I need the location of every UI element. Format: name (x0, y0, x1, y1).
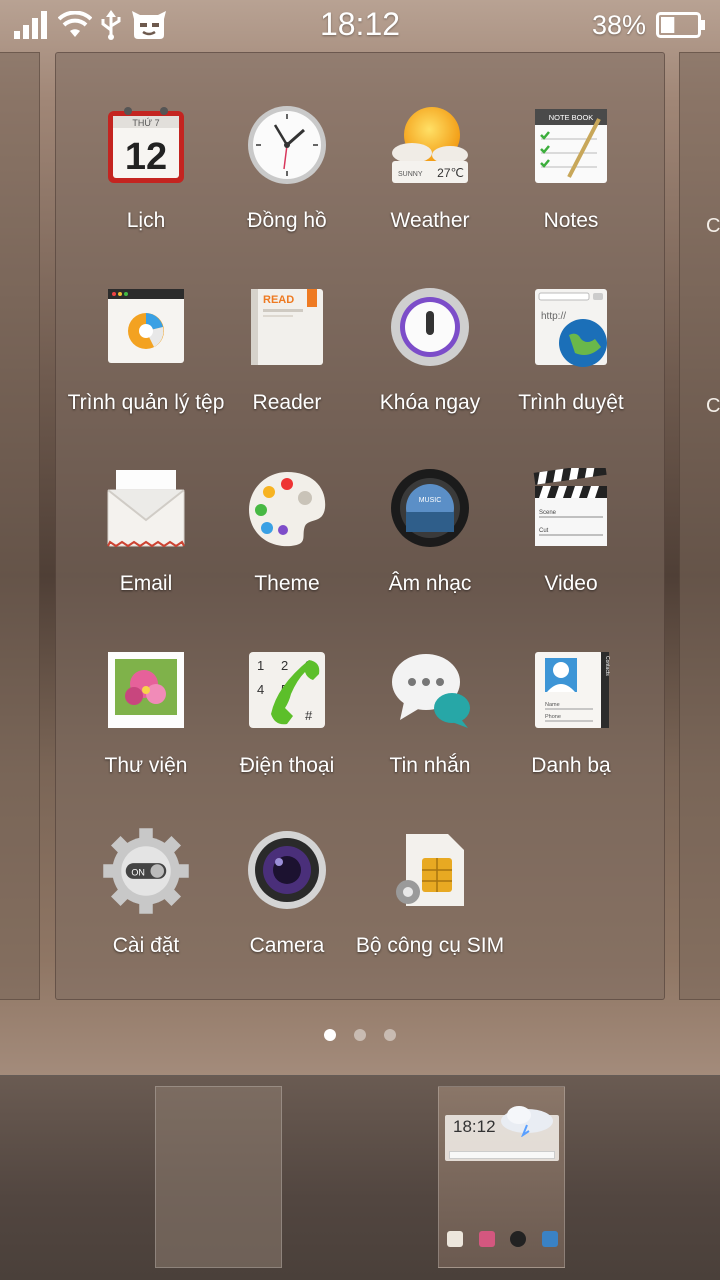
mini-clock-widget: 18:12 (445, 1106, 559, 1161)
calendar-icon: THỨ 7 12 (108, 107, 184, 183)
svg-text:4: 4 (257, 682, 264, 697)
file-manager-icon (108, 289, 184, 363)
weather-icon: SUNNY 27℃ (392, 107, 468, 183)
reader-icon: READ (251, 289, 323, 365)
clock-icon (248, 106, 326, 184)
calendar-weekday: THỨ 7 (132, 118, 159, 128)
mini-theme-icon (446, 1231, 463, 1247)
battery-fill (661, 17, 675, 33)
clapper-cut: Cut (539, 528, 549, 534)
gallery-icon (108, 652, 184, 728)
screen-thumbnail-empty[interactable] (155, 1086, 282, 1268)
screen-thumbnail-home[interactable]: 18:12 (438, 1086, 565, 1268)
page-dot-active[interactable] (324, 1029, 336, 1041)
sim-toolkit-icon (396, 834, 464, 906)
svg-text:#: # (305, 708, 313, 723)
svg-text:2: 2 (281, 658, 288, 673)
settings-toggle-text: ON (131, 868, 145, 878)
mini-dock-apps (439, 1231, 566, 1247)
clapper-scene: Scene (539, 510, 557, 516)
contacts-icon: Contacts Name Phone (535, 652, 610, 728)
lock-icon (391, 288, 469, 366)
music-text: MUSIC (419, 497, 442, 504)
contacts-tab: Contacts (604, 656, 610, 676)
previous-screen-panel[interactable] (0, 52, 40, 1000)
svg-text:1: 1 (257, 658, 264, 673)
app-label: Trình duyệt (518, 391, 624, 414)
mini-widget-time: 18:12 (453, 1117, 496, 1136)
settings-gear-icon: ON (103, 828, 189, 914)
page-dot[interactable] (354, 1029, 366, 1041)
status-right-icons: 38% (592, 8, 706, 42)
camera-icon (248, 831, 326, 909)
reader-text: READ (263, 294, 294, 306)
calendar-day: 12 (125, 136, 167, 178)
music-icon: MUSIC (391, 469, 469, 547)
mini-search-bar (449, 1151, 555, 1159)
theme-palette-icon (249, 472, 326, 547)
email-icon (107, 470, 185, 548)
screen-thumbnails-area: 18:12 (0, 1075, 720, 1280)
next-screen-panel[interactable]: C C (679, 52, 720, 1000)
mini-cloud-icon (501, 1106, 553, 1137)
page-indicator (0, 1029, 720, 1041)
contacts-phone-label: Phone (545, 714, 561, 720)
phone-icon: 123 45 # (249, 652, 325, 728)
mini-gallery-icon (478, 1231, 495, 1247)
next-screen-letter: C (706, 395, 720, 417)
browser-url-text: http:// (541, 311, 566, 322)
battery-percent: 38% (591, 9, 646, 40)
app-label: Video (544, 572, 598, 595)
app-label: Danh bạ (531, 754, 611, 777)
mini-music-icon (510, 1231, 527, 1247)
weather-temp: 27℃ (437, 166, 464, 180)
notes-header: NOTE BOOK (549, 113, 594, 122)
app-label: Bộ công cụ SIM (355, 934, 505, 957)
video-clapper-icon: Scene Cut (533, 468, 607, 546)
weather-condition: SUNNY (398, 171, 423, 178)
status-bar: 18:12 38% (0, 0, 720, 50)
mini-browser-icon (542, 1231, 559, 1247)
contacts-name-label: Name (545, 702, 560, 708)
battery-icon (656, 12, 705, 38)
notes-icon: NOTE BOOK (535, 109, 607, 183)
messages-icon (392, 654, 470, 728)
app-label: Notes (543, 209, 599, 232)
page-dot[interactable] (384, 1029, 396, 1041)
next-screen-letter: C (706, 215, 720, 237)
browser-icon: http:// (535, 289, 607, 367)
